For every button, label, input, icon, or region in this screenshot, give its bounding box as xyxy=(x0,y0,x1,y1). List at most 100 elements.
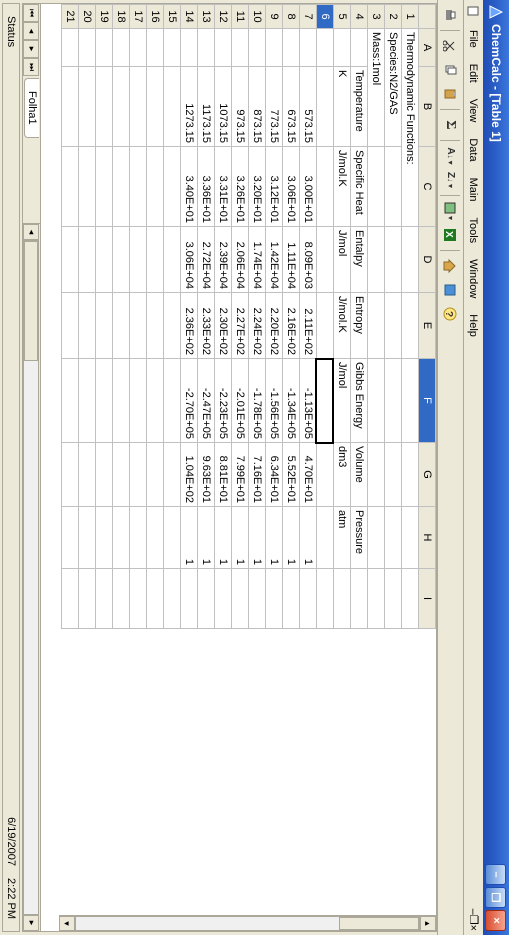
sort-desc-icon[interactable]: Z↓ xyxy=(440,169,462,191)
vscroll-track[interactable] xyxy=(75,916,420,931)
cell[interactable] xyxy=(130,569,147,629)
sum-icon[interactable]: Σ xyxy=(440,114,462,136)
scroll-down-button[interactable]: ▾ xyxy=(59,916,75,931)
row-header[interactable]: 8 xyxy=(283,5,300,29)
sheet-nav-next[interactable]: ▸ xyxy=(24,40,40,58)
row-header[interactable]: 20 xyxy=(79,5,96,29)
row-header[interactable]: 17 xyxy=(130,5,147,29)
cell[interactable] xyxy=(164,507,181,569)
cell[interactable] xyxy=(317,147,334,227)
cell[interactable]: Temperature xyxy=(351,67,368,147)
cell[interactable] xyxy=(130,359,147,443)
menu-edit[interactable]: Edit xyxy=(466,56,482,91)
row-header[interactable]: 10 xyxy=(249,5,266,29)
hscroll-track[interactable] xyxy=(24,240,40,915)
cell[interactable] xyxy=(317,507,334,569)
row-header[interactable]: 3 xyxy=(368,5,385,29)
menu-view[interactable]: View xyxy=(466,91,482,131)
excel-icon[interactable]: X xyxy=(440,224,462,246)
cell[interactable]: 6.34E+01 xyxy=(266,443,283,507)
cell[interactable] xyxy=(62,67,79,147)
cell[interactable]: dm3 xyxy=(334,443,351,507)
cell[interactable]: 673.15 xyxy=(283,67,300,147)
cell[interactable]: 3.00E+01 xyxy=(300,147,317,227)
row-header[interactable]: 19 xyxy=(96,5,113,29)
cell[interactable] xyxy=(232,29,249,67)
cell[interactable] xyxy=(181,569,198,629)
cell[interactable] xyxy=(130,507,147,569)
row-header[interactable]: 15 xyxy=(164,5,181,29)
cell[interactable]: 1.04E+02 xyxy=(181,443,198,507)
row-header[interactable]: 14 xyxy=(181,5,198,29)
cell[interactable] xyxy=(147,29,164,67)
sort-asc-icon[interactable]: A↓ xyxy=(440,145,462,167)
vscroll-thumb[interactable] xyxy=(339,917,419,930)
cell[interactable] xyxy=(368,147,385,227)
cell[interactable]: J/mol xyxy=(334,359,351,443)
cell[interactable]: -2.23E+05 xyxy=(215,359,232,443)
cell[interactable] xyxy=(147,147,164,227)
cell[interactable]: -1.56E+05 xyxy=(266,359,283,443)
cell[interactable]: 2.39E+04 xyxy=(215,227,232,293)
cell[interactable] xyxy=(130,227,147,293)
row-header[interactable]: 1 xyxy=(402,5,419,29)
cell[interactable]: -1.34E+05 xyxy=(283,359,300,443)
cell[interactable] xyxy=(317,359,334,443)
cell[interactable] xyxy=(249,29,266,67)
col-header-F[interactable]: F xyxy=(419,359,436,443)
cell[interactable]: Mass:1mol xyxy=(368,29,385,147)
cell[interactable] xyxy=(62,293,79,359)
cell[interactable] xyxy=(385,443,402,507)
cell[interactable] xyxy=(147,569,164,629)
cell[interactable]: -2.70E+05 xyxy=(181,359,198,443)
row-header[interactable]: 7 xyxy=(300,5,317,29)
cell[interactable] xyxy=(232,569,249,629)
cell[interactable]: 1 xyxy=(249,507,266,569)
cell[interactable]: 1 xyxy=(300,507,317,569)
cell[interactable]: 3.06E+04 xyxy=(181,227,198,293)
cell[interactable]: 2.24E+02 xyxy=(249,293,266,359)
cell[interactable]: 1 xyxy=(232,507,249,569)
cell[interactable]: -2.01E+05 xyxy=(232,359,249,443)
select-all-corner[interactable] xyxy=(419,5,436,29)
cell[interactable] xyxy=(147,443,164,507)
cell[interactable]: 873.15 xyxy=(249,67,266,147)
cell[interactable] xyxy=(385,507,402,569)
cell[interactable] xyxy=(385,569,402,629)
cell[interactable] xyxy=(198,29,215,67)
cell[interactable]: 1.11E+04 xyxy=(283,227,300,293)
cell[interactable] xyxy=(79,507,96,569)
cell[interactable] xyxy=(79,147,96,227)
cell[interactable] xyxy=(385,293,402,359)
cell[interactable]: 573.15 xyxy=(300,67,317,147)
col-header-G[interactable]: G xyxy=(419,443,436,507)
cell[interactable] xyxy=(368,507,385,569)
cell[interactable] xyxy=(96,569,113,629)
row-header[interactable]: 9 xyxy=(266,5,283,29)
cell[interactable]: K xyxy=(334,67,351,147)
cell[interactable] xyxy=(113,227,130,293)
cell[interactable] xyxy=(215,29,232,67)
cell[interactable] xyxy=(96,443,113,507)
row-header[interactable]: 16 xyxy=(147,5,164,29)
cell[interactable] xyxy=(164,293,181,359)
cell[interactable]: -1.78E+05 xyxy=(249,359,266,443)
cell[interactable] xyxy=(181,29,198,67)
vertical-scrollbar[interactable]: ▴ ▾ xyxy=(59,915,436,931)
cell[interactable] xyxy=(317,293,334,359)
cell[interactable] xyxy=(130,147,147,227)
sheet-tab[interactable]: Folha1 xyxy=(24,78,39,138)
cell[interactable] xyxy=(164,359,181,443)
cell[interactable]: 3.40E+01 xyxy=(181,147,198,227)
cell[interactable]: 2.27E+02 xyxy=(232,293,249,359)
cell[interactable]: 1 xyxy=(198,507,215,569)
cell[interactable] xyxy=(113,359,130,443)
cell[interactable]: Pressure xyxy=(351,507,368,569)
scroll-up-button[interactable]: ▴ xyxy=(420,916,436,931)
cell[interactable] xyxy=(368,293,385,359)
cell[interactable] xyxy=(351,569,368,629)
cell[interactable] xyxy=(266,29,283,67)
cell[interactable] xyxy=(266,569,283,629)
cell[interactable] xyxy=(96,147,113,227)
row-header[interactable]: 11 xyxy=(232,5,249,29)
